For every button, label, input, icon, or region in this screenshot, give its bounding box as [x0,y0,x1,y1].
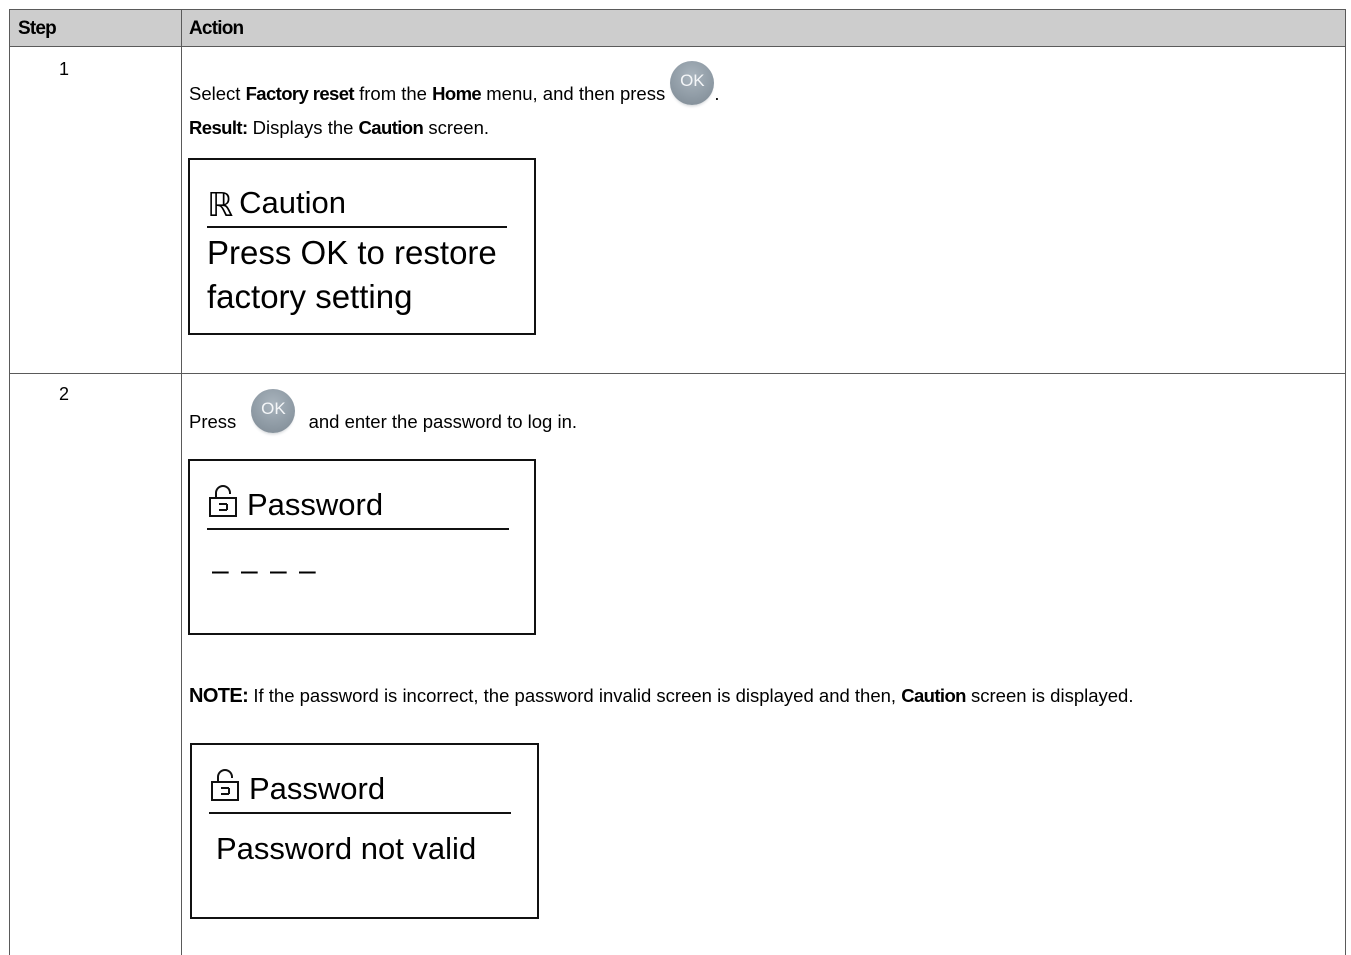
lock-icon [209,485,237,517]
password-screen-title: Password [207,485,383,523]
reset-r-icon: ℝ [207,185,234,224]
caution-screen-line2: factory setting [207,278,413,315]
table-header: Step Action [10,10,1345,47]
step-number-1: 1 [59,59,70,79]
step1-result: Result: Displays the Caution screen. [189,117,490,138]
password-invalid-screen-title: Password [209,769,385,807]
procedure-table: Step Action 1 Select Factory reset from … [9,9,1346,955]
step-number-2: 2 [59,384,70,404]
password-invalid-message: Password not valid [216,831,477,866]
password-screen-divider [207,528,509,530]
caution-screen-line1: Press OK to restore [207,234,497,271]
header-action: Action [189,18,244,39]
step2-instruction: Press OK and enter the password to log i… [189,389,577,433]
step2-note: NOTE: If the password is incorrect, the … [189,685,1134,707]
password-entry-placeholder: – – – – [212,554,318,587]
step1-instruction: Select Factory reset from the Home menu,… [189,61,719,105]
ok-button-icon: OK [251,389,296,433]
header-step: Step [18,18,57,39]
caution-screen-title: ℝ Caution [207,185,346,224]
password-invalid-screen-divider [209,812,511,814]
password-invalid-screen: Password Password not valid [190,743,539,919]
column-divider [181,10,182,955]
lock-icon [211,769,239,801]
ok-button-icon: OK [670,61,715,105]
row-divider [10,373,1345,374]
caution-screen-divider [207,226,507,228]
caution-screen: ℝ Caution Press OK to restore factory set… [188,158,536,335]
password-screen: Password – – – – [188,459,536,635]
